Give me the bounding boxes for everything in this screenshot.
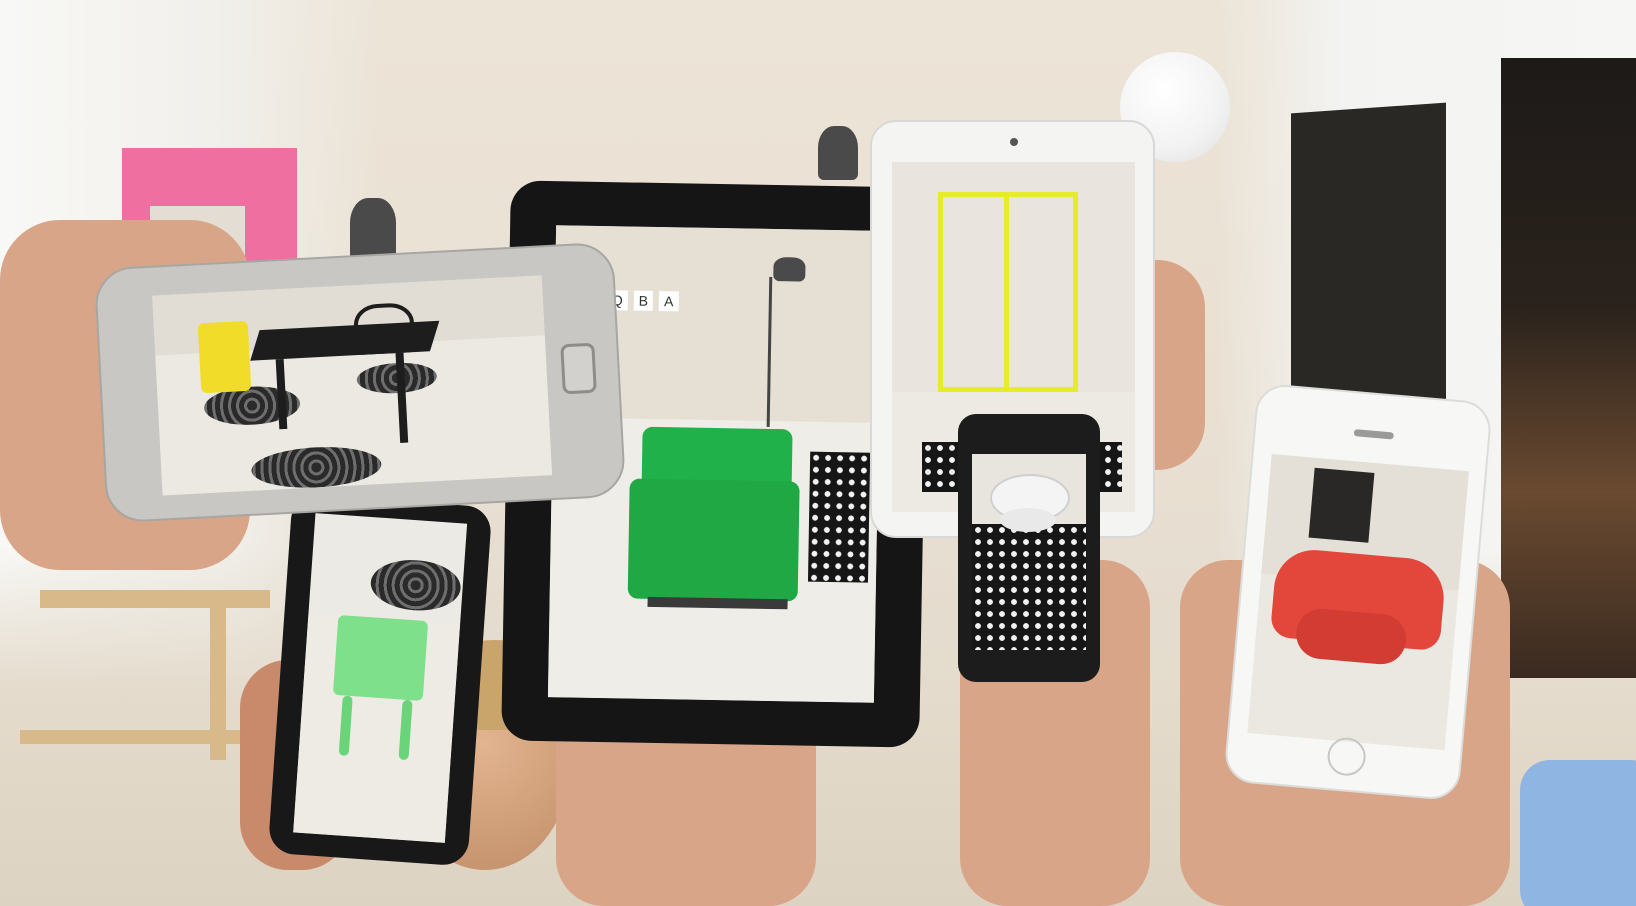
floor-lamp [773, 256, 806, 282]
red-armchair-seat [1294, 606, 1409, 667]
shelf-divider [1004, 192, 1009, 392]
ar-screen [293, 513, 468, 843]
table-leg [40, 590, 270, 608]
home-button [560, 342, 597, 395]
polka-dot-rug [972, 524, 1086, 650]
pendant-lamp [818, 126, 858, 180]
wall-letters: Q B A [606, 290, 679, 312]
round-rug [369, 557, 463, 614]
polka-dot-rug [807, 451, 871, 583]
smartphone-white [1223, 382, 1493, 802]
pendant-lamp [350, 198, 396, 260]
blue-sleeve [1520, 760, 1636, 906]
green-sofa-seat [627, 478, 800, 602]
ar-furniture-photo: Q B A [0, 0, 1636, 906]
poster-on-screen [1308, 467, 1375, 543]
wall-letter: A [658, 291, 679, 312]
white-coffee-table-base [1000, 508, 1056, 532]
smartphone-bottom [267, 493, 493, 867]
ar-screen [1247, 453, 1469, 751]
smartphone-left [93, 241, 627, 524]
camera-dot [1010, 138, 1018, 146]
smartphone-small [958, 414, 1100, 682]
ar-screen [152, 275, 553, 496]
yellow-chair [197, 320, 252, 394]
speaker-grille [1353, 429, 1395, 440]
ar-screen [972, 454, 1086, 650]
black-chair [352, 302, 416, 356]
green-chair [332, 614, 429, 702]
wall-letter: B [633, 290, 654, 311]
wall-poster [1501, 58, 1636, 678]
